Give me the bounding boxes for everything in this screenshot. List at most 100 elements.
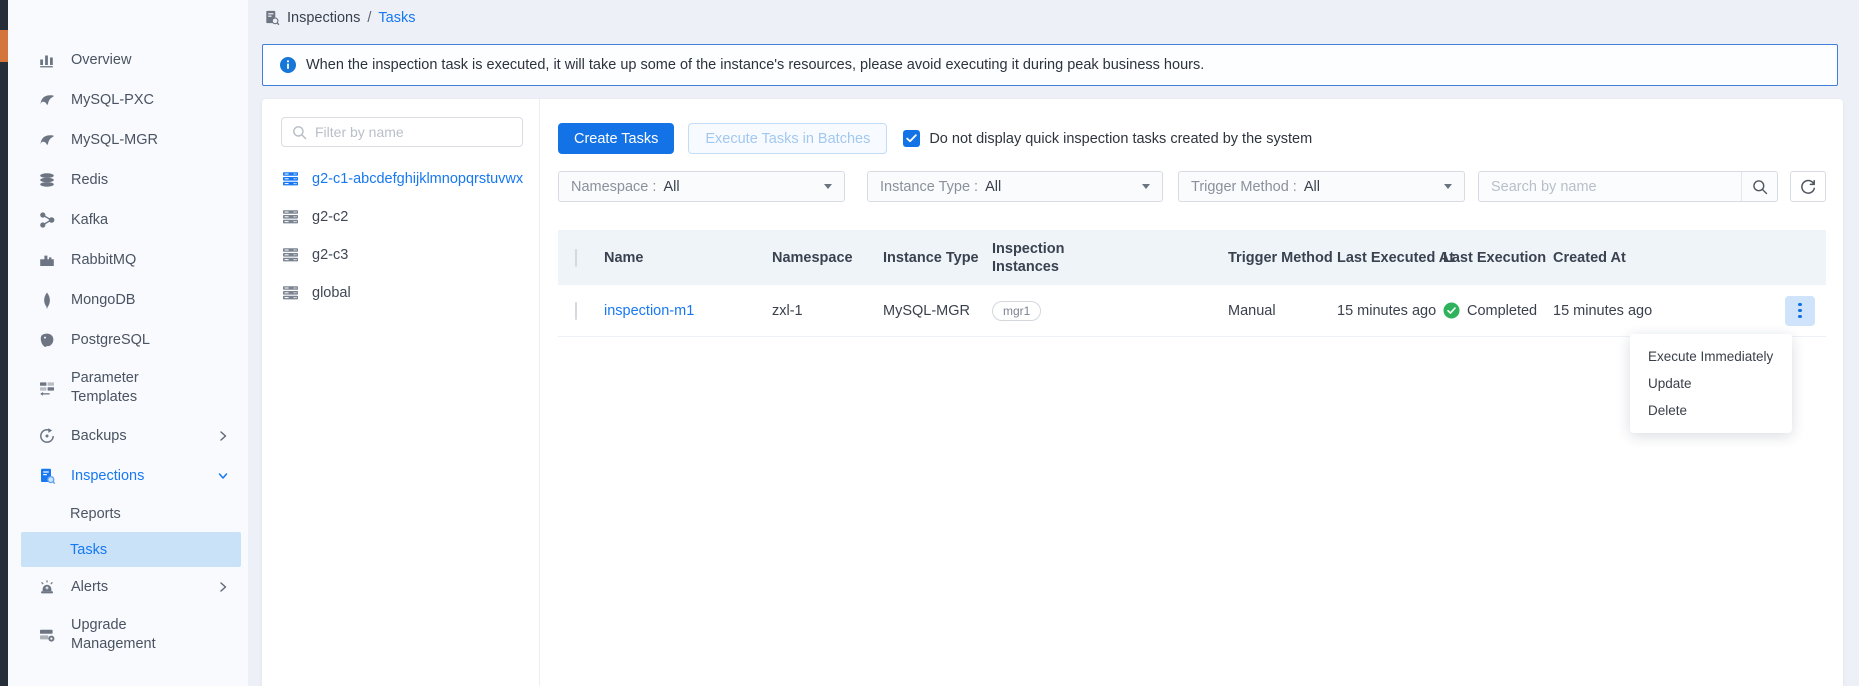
sidebar-item-label: Inspections: [71, 467, 144, 486]
sidebar-item-alerts[interactable]: Alerts: [8, 567, 248, 607]
sidebar-item-upgrade-management[interactable]: Upgrade Management: [8, 607, 248, 663]
menu-item-update[interactable]: Update: [1630, 370, 1792, 397]
refresh-button[interactable]: [1790, 171, 1826, 202]
tasks-table: Name Namespace Instance Type Inspection …: [558, 230, 1826, 337]
hide-system-tasks-checkbox-wrap[interactable]: Do not display quick inspection tasks cr…: [903, 130, 1312, 147]
sidebar: Overview MySQL-PXC MySQL-MGR Redis Kafka: [8, 0, 248, 686]
server-icon: [281, 171, 300, 187]
mysql-icon: [38, 131, 56, 149]
breadcrumb-separator: /: [367, 10, 371, 26]
sidebar-item-label: MongoDB: [71, 291, 135, 310]
namespace-filter-dropdown[interactable]: Namespace : All: [558, 171, 845, 202]
backups-icon: [38, 427, 56, 445]
sidebar-item-rabbitmq[interactable]: RabbitMQ: [8, 240, 248, 280]
sidebar-item-parameter-templates[interactable]: Parameter Templates: [8, 360, 248, 416]
sidebar-item-inspections[interactable]: Inspections: [8, 456, 248, 496]
row-actions-kebab-button[interactable]: [1785, 296, 1815, 326]
cluster-item-g2-c1[interactable]: g2-c1-abcdefghijklmnopqrstuvwx...: [281, 160, 523, 198]
cell-trigger-method: Manual: [1228, 303, 1337, 319]
sidebar-item-kafka[interactable]: Kafka: [8, 200, 248, 240]
alerts-icon: [38, 578, 56, 596]
chevron-down-icon: [216, 469, 230, 483]
column-header-trigger-method: Trigger Method: [1228, 249, 1337, 267]
sidebar-item-mysql-pxc[interactable]: MySQL-PXC: [8, 80, 248, 120]
cluster-item-g2-c2[interactable]: g2-c2: [281, 198, 523, 236]
check-icon: [906, 134, 917, 143]
sidebar-item-label: MySQL-PXC: [71, 91, 154, 110]
sidebar-item-redis[interactable]: Redis: [8, 160, 248, 200]
mysql-icon: [38, 91, 56, 109]
breadcrumb-current[interactable]: Tasks: [378, 10, 415, 26]
search-icon[interactable]: [1741, 172, 1777, 201]
sidebar-item-label: RabbitMQ: [71, 251, 136, 270]
sidebar-item-backups[interactable]: Backups: [8, 416, 248, 456]
redis-icon: [38, 171, 56, 189]
cluster-filter-input[interactable]: [315, 124, 512, 140]
create-tasks-button[interactable]: Create Tasks: [558, 123, 674, 154]
menu-item-delete[interactable]: Delete: [1630, 397, 1792, 424]
caret-down-icon: [1444, 184, 1452, 189]
cluster-name: g2-c1-abcdefghijklmnopqrstuvwx...: [312, 171, 523, 187]
sidebar-item-mongodb[interactable]: MongoDB: [8, 280, 248, 320]
execute-tasks-in-batches-button[interactable]: Execute Tasks in Batches: [688, 123, 887, 154]
upgrade-management-icon: [38, 626, 56, 644]
cluster-item-global[interactable]: global: [281, 274, 523, 312]
sidebar-item-label: Kafka: [71, 211, 108, 230]
column-header-last-execution: Last Execution: [1443, 249, 1553, 267]
breadcrumb-section: Inspections: [287, 10, 360, 26]
cluster-list: g2-c1-abcdefghijklmnopqrstuvwx... g2-c2 …: [281, 160, 523, 312]
trigger-method-filter-dropdown[interactable]: Trigger Method : All: [1178, 171, 1465, 202]
rabbitmq-icon: [38, 251, 56, 269]
sidebar-item-label: MySQL-MGR: [71, 131, 158, 150]
cluster-filter: [281, 117, 523, 147]
row-checkbox[interactable]: [575, 302, 577, 320]
menu-item-execute-immediately[interactable]: Execute Immediately: [1630, 343, 1792, 370]
sidebar-item-label: Alerts: [71, 578, 108, 597]
kebab-dot: [1798, 315, 1802, 319]
checkbox-checked[interactable]: [903, 130, 920, 147]
caret-down-icon: [1142, 184, 1150, 189]
inspection-instance-badge: mgr1: [992, 301, 1041, 321]
sidebar-item-postgresql[interactable]: PostgreSQL: [8, 320, 248, 360]
cluster-panel: g2-c1-abcdefghijklmnopqrstuvwx... g2-c2 …: [262, 99, 540, 686]
cluster-name: g2-c3: [312, 247, 348, 263]
column-header-instance-type: Instance Type: [883, 249, 992, 267]
postgresql-icon: [38, 331, 56, 349]
kebab-dot: [1798, 303, 1802, 307]
kafka-icon: [38, 211, 56, 229]
toolbar: Create Tasks Execute Tasks in Batches Do…: [558, 123, 1312, 154]
sidebar-item-mysql-mgr[interactable]: MySQL-MGR: [8, 120, 248, 160]
refresh-icon: [1800, 179, 1816, 195]
sidebar-item-label: Backups: [71, 427, 127, 446]
app-window: Overview MySQL-PXC MySQL-MGR Redis Kafka: [0, 0, 1859, 686]
search-input[interactable]: [1479, 172, 1741, 201]
sidebar-item-label: Overview: [71, 51, 131, 70]
filter-row: Namespace : All Instance Type : All Trig…: [558, 171, 1826, 202]
inspections-doc-icon: [263, 9, 280, 26]
filter-value: All: [1304, 179, 1320, 195]
sidebar-item-label: Tasks: [70, 542, 107, 558]
column-header-inspection-instances: Inspection Instances: [992, 240, 1084, 276]
select-all-checkbox[interactable]: [575, 249, 577, 267]
filter-label: Instance Type :: [880, 179, 978, 195]
row-actions-menu: Execute Immediately Update Delete: [1630, 334, 1792, 433]
sidebar-item-label: PostgreSQL: [71, 331, 150, 350]
breadcrumb: Inspections / Tasks: [263, 9, 415, 26]
status-text: Completed: [1467, 303, 1537, 319]
cluster-item-g2-c3[interactable]: g2-c3: [281, 236, 523, 274]
chevron-right-icon: [216, 580, 230, 594]
cell-last-execution: Completed: [1443, 302, 1553, 319]
sidebar-item-overview[interactable]: Overview: [8, 40, 248, 80]
left-rail: [0, 0, 8, 686]
column-header-last-executed-at: Last Executed At: [1337, 249, 1443, 267]
filter-label: Namespace :: [571, 179, 656, 195]
checkbox-label: Do not display quick inspection tasks cr…: [929, 131, 1312, 147]
search-icon: [292, 125, 307, 140]
sidebar-item-tasks[interactable]: Tasks: [21, 532, 241, 567]
instance-type-filter-dropdown[interactable]: Instance Type : All: [867, 171, 1163, 202]
cluster-name: g2-c2: [312, 209, 348, 225]
task-name-link[interactable]: inspection-m1: [604, 303, 694, 319]
sidebar-item-reports[interactable]: Reports: [8, 496, 248, 532]
completed-status-icon: [1443, 302, 1460, 319]
inspections-icon: [38, 467, 56, 485]
